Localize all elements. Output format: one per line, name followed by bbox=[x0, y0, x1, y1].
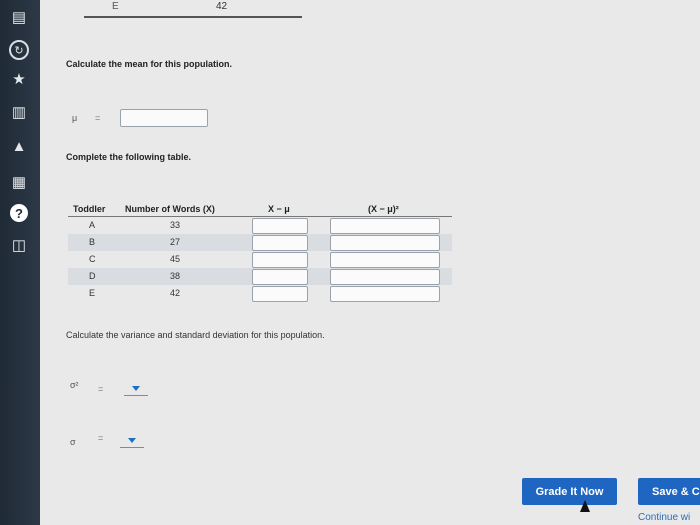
calculator-icon[interactable]: ▦ bbox=[8, 171, 30, 193]
table-prompt: Complete the following table. bbox=[66, 152, 192, 162]
toddler-cell: B bbox=[89, 237, 96, 247]
squared-deviation-input[interactable] bbox=[330, 218, 440, 234]
squared-deviation-input[interactable] bbox=[330, 286, 440, 302]
header-x-minus-mu: X − μ bbox=[268, 204, 290, 214]
squared-deviation-input[interactable] bbox=[330, 252, 440, 268]
chevron-down-icon bbox=[132, 385, 140, 391]
equals-sign: = bbox=[98, 384, 104, 394]
library-icon[interactable]: ◫ bbox=[8, 234, 30, 256]
x-minus-mu-input[interactable] bbox=[252, 235, 308, 251]
table-row: A 33 bbox=[68, 217, 452, 234]
star-icon[interactable]: ★ bbox=[8, 68, 30, 90]
table-row: C 45 bbox=[68, 251, 452, 268]
clipboard-icon[interactable]: ▤ bbox=[8, 6, 30, 28]
mean-input[interactable] bbox=[120, 109, 208, 127]
toddler-cell: E bbox=[89, 288, 96, 298]
book-icon[interactable]: ▥ bbox=[8, 101, 30, 123]
words-cell: 42 bbox=[216, 1, 228, 12]
std-dev-symbol: σ bbox=[70, 437, 76, 447]
header-toddler: Toddler bbox=[73, 204, 106, 214]
toddler-cell: C bbox=[89, 254, 96, 264]
toddler-cell: E bbox=[112, 1, 119, 12]
words-cell: 33 bbox=[170, 220, 181, 230]
variance-prompt: Calculate the variance and standard devi… bbox=[66, 330, 325, 340]
words-cell: 27 bbox=[170, 237, 181, 247]
refresh-icon[interactable]: ↻ bbox=[9, 40, 29, 60]
table-bottom-rule bbox=[84, 16, 302, 18]
continue-link[interactable]: Continue wi bbox=[638, 512, 690, 523]
question-panel: E 42 Calculate the mean for this populat… bbox=[40, 0, 700, 525]
words-cell: 42 bbox=[170, 288, 181, 298]
toddler-cell: A bbox=[89, 220, 96, 230]
x-minus-mu-input[interactable] bbox=[252, 252, 308, 268]
table-row: B 27 bbox=[68, 234, 452, 251]
graduation-cap-icon[interactable]: ▲ bbox=[8, 135, 30, 157]
squared-deviation-input[interactable] bbox=[330, 235, 440, 251]
grade-it-now-button[interactable]: Grade It Now bbox=[522, 478, 617, 505]
table-row: D 38 bbox=[68, 268, 452, 285]
toddler-cell: D bbox=[89, 271, 96, 281]
header-words: Number of Words (X) bbox=[125, 204, 215, 214]
mu-symbol: μ bbox=[72, 113, 78, 123]
help-icon[interactable]: ? bbox=[10, 204, 28, 222]
mouse-cursor-icon bbox=[580, 500, 590, 512]
equals-sign: = bbox=[95, 113, 101, 123]
save-and-continue-button[interactable]: Save & C bbox=[638, 478, 700, 505]
std-dev-dropdown[interactable] bbox=[120, 433, 144, 448]
variance-dropdown[interactable] bbox=[124, 381, 148, 396]
x-minus-mu-input[interactable] bbox=[252, 286, 308, 302]
variance-symbol: σ² bbox=[70, 380, 79, 390]
words-cell: 45 bbox=[170, 254, 181, 264]
chevron-down-icon bbox=[128, 437, 136, 443]
words-cell: 38 bbox=[170, 271, 181, 281]
table-row: E 42 bbox=[68, 285, 452, 302]
x-minus-mu-input[interactable] bbox=[252, 218, 308, 234]
mean-prompt: Calculate the mean for this population. bbox=[66, 59, 233, 69]
left-sidebar: ▤ ↻ ★ ▥ ▲ ▦ ? ◫ bbox=[0, 0, 40, 525]
squared-deviation-input[interactable] bbox=[330, 269, 440, 285]
header-squared-deviation: (X − μ)² bbox=[368, 204, 399, 214]
previous-table-tail: E 42 bbox=[40, 0, 700, 20]
x-minus-mu-input[interactable] bbox=[252, 269, 308, 285]
equals-sign: = bbox=[98, 433, 104, 443]
